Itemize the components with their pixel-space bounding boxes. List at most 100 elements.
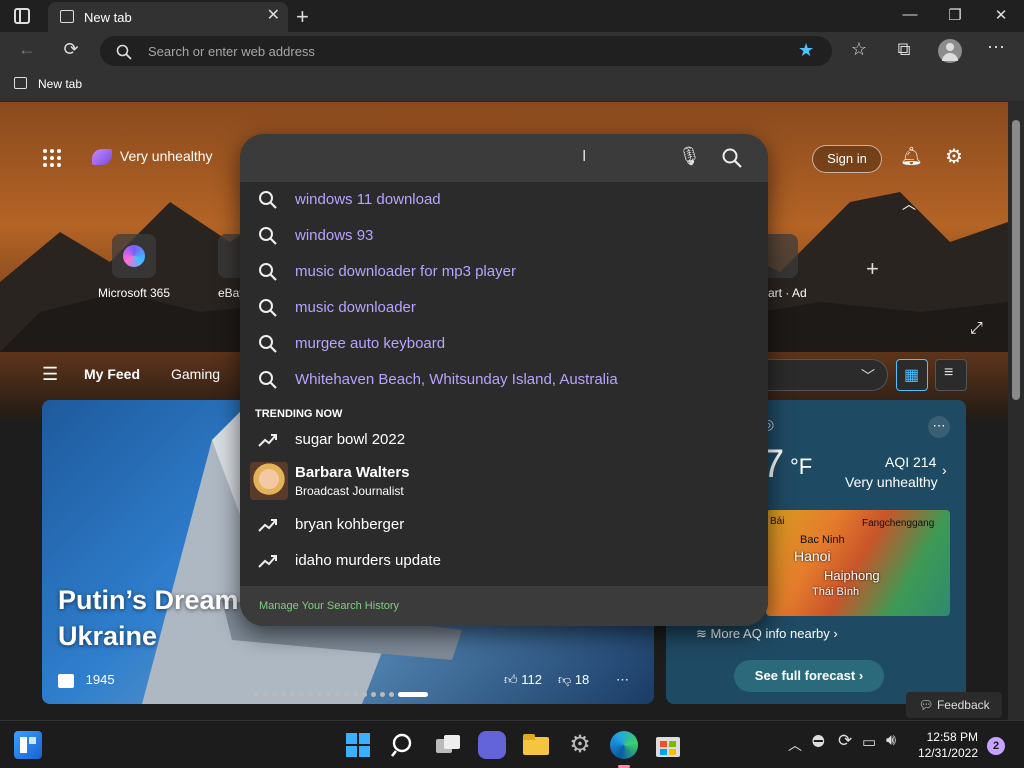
feed-menu-icon[interactable]: ☰ — [42, 364, 58, 385]
collections-icon[interactable]: ⧉ — [891, 39, 917, 60]
search-icon — [259, 191, 277, 209]
manage-search-history-link[interactable]: Manage Your Search History — [259, 600, 399, 612]
back-arrow-icon[interactable]: ← — [14, 39, 40, 60]
dislike-button[interactable]: 👎︎ 18 — [558, 672, 589, 688]
manage-search-history-bar: Manage Your Search History — [240, 586, 768, 626]
taskbar-search-icon[interactable] — [390, 731, 418, 759]
file-explorer-icon[interactable] — [522, 731, 550, 759]
search-suggestion[interactable]: windows 11 download — [240, 182, 768, 218]
favorites-icon[interactable]: ☆ — [846, 39, 872, 60]
weather-more-icon[interactable]: ⋯ — [928, 416, 950, 438]
chevron-right-icon[interactable]: › — [942, 462, 947, 478]
web-search-input[interactable]: I 🎙︎ — [240, 134, 768, 182]
trending-text: sugar bowl 2022 — [295, 431, 406, 448]
notifications-bell-icon[interactable]: 🔔︎ — [900, 146, 923, 167]
quick-link-ebay[interactable]: eBay — [194, 234, 242, 300]
trending-item[interactable]: Barbara Walters Broadcast Journalist — [240, 458, 768, 502]
settings-gear-icon[interactable]: ⚙ — [945, 144, 963, 169]
settings-app-icon[interactable]: ⚙ — [566, 731, 594, 759]
trending-item[interactable]: bryan kohberger — [240, 507, 768, 543]
tab-new-tab[interactable]: New tab ✕ — [48, 2, 288, 32]
carousel-dots[interactable] — [254, 692, 444, 698]
trending-up-icon — [258, 434, 277, 447]
feed-dropdown[interactable]: ﹀ — [760, 359, 888, 391]
tab-gaming[interactable]: Gaming — [171, 366, 220, 382]
more-aq-link[interactable]: ≋ More AQ info nearby › — [696, 626, 838, 642]
clock-date: 12/31/2022 — [917, 746, 978, 760]
search-suggestion[interactable]: windows 93 — [240, 218, 768, 254]
windows-start-icon[interactable] — [344, 731, 372, 759]
list-view-button[interactable]: ≡ — [935, 359, 967, 391]
newtab-page-icon — [60, 10, 74, 23]
more-options-icon[interactable]: ⋯ — [616, 672, 629, 688]
address-bar[interactable]: Search or enter web address ★ — [100, 36, 832, 66]
microsoft-365-icon — [112, 234, 156, 278]
expand-background-icon[interactable]: ⤢ — [970, 320, 983, 338]
quick-link-walmart-ad[interactable]: art · Ad — [762, 234, 812, 300]
favorites-bar-item-label: New tab — [38, 77, 83, 91]
system-clock[interactable]: 12:58 PM 12/31/2022 — [914, 729, 978, 761]
search-icon[interactable] — [722, 148, 742, 168]
weather-chip[interactable]: Very unhealthy — [92, 148, 213, 166]
search-icon — [259, 299, 277, 317]
weather-chip-label: Very unhealthy — [119, 148, 213, 164]
trending-item[interactable]: idaho murders update — [240, 543, 768, 579]
microsoft-store-icon[interactable] — [654, 731, 682, 759]
more-menu-icon[interactable]: ⋯ — [983, 37, 1009, 58]
new-tab-plus-icon[interactable]: + — [296, 4, 309, 30]
tab-actions-icon[interactable] — [14, 8, 30, 24]
list-icon: ≡ — [944, 364, 954, 381]
trending-person-subtitle: Broadcast Journalist — [295, 484, 404, 498]
air-wind-icon: ≋ — [696, 626, 707, 641]
add-quick-link-icon[interactable]: + — [866, 256, 879, 282]
favorite-star-icon[interactable]: ★ — [798, 40, 814, 61]
close-tab-icon[interactable]: ✕ — [267, 8, 280, 24]
app-launcher-icon[interactable] — [42, 148, 62, 168]
teams-chat-icon[interactable] — [478, 731, 506, 759]
close-window-icon[interactable]: ✕ — [989, 6, 1013, 24]
edge-browser-icon[interactable] — [610, 731, 638, 768]
suggestion-text: music downloader for mp3 player — [295, 263, 516, 280]
widgets-icon[interactable] — [14, 731, 42, 759]
volume-icon[interactable]: 🔊︎ — [886, 732, 896, 750]
favorites-bar-item-new-tab[interactable]: New tab — [14, 77, 82, 91]
search-suggestion[interactable]: murgee auto keyboard — [240, 326, 768, 362]
grid-view-button[interactable]: ▦ — [896, 359, 928, 391]
sign-in-button[interactable]: Sign in — [812, 145, 882, 173]
tab-my-feed[interactable]: My Feed — [84, 366, 140, 382]
search-suggestions-dropdown: I 🎙︎ windows 11 download windows 93 musi… — [240, 134, 768, 626]
source-logo-icon — [58, 673, 74, 688]
hero-source[interactable]: 1945 — [58, 672, 115, 688]
aqi-status[interactable]: Very unhealthy — [845, 474, 938, 490]
restore-icon[interactable]: ❐ — [943, 6, 967, 24]
trending-item[interactable]: sugar bowl 2022 — [240, 422, 768, 458]
like-button[interactable]: 👍︎ 112 — [504, 672, 542, 688]
microphone-icon[interactable]: 🎙︎ — [678, 146, 701, 167]
display-icon[interactable]: ▭ — [862, 733, 876, 751]
collapse-chevron-icon[interactable]: ︿ — [902, 194, 916, 214]
trending-up-icon — [258, 519, 277, 532]
search-suggestion[interactable]: music downloader — [240, 290, 768, 326]
more-aq-label: More AQ info nearby — [710, 626, 830, 641]
task-view-icon[interactable] — [434, 731, 462, 759]
notification-badge[interactable]: 2 — [987, 737, 1005, 755]
aqi-value[interactable]: AQI 214 — [885, 454, 936, 470]
search-suggestion[interactable]: music downloader for mp3 player — [240, 254, 768, 290]
refresh-icon[interactable]: ⟳ — [58, 39, 84, 60]
text-cursor-icon: I — [582, 148, 587, 165]
profile-avatar[interactable] — [938, 39, 962, 63]
thumbs-up-icon: 👍︎ — [504, 672, 518, 687]
map-label: Thái Bình — [812, 586, 860, 598]
quick-link-label: art · Ad — [768, 286, 807, 300]
minimize-icon[interactable]: — — [898, 6, 922, 23]
see-full-forecast-button[interactable]: See full forecast › — [734, 660, 884, 692]
suggestion-text: windows 11 download — [295, 191, 441, 208]
network-status-icon[interactable]: ⛔︎ — [812, 733, 825, 750]
page-scrollbar-thumb[interactable] — [1012, 120, 1020, 400]
sync-icon[interactable]: ⟳ — [838, 731, 852, 751]
show-hidden-icons-chevron[interactable]: ︿ — [788, 735, 802, 755]
search-suggestion[interactable]: Whitehaven Beach, Whitsunday Island, Aus… — [240, 362, 768, 398]
quick-link-microsoft-365[interactable]: Microsoft 365 — [94, 234, 174, 300]
feedback-button[interactable]: 💬︎ Feedback — [906, 692, 1002, 718]
trending-text: idaho murders update — [295, 552, 441, 569]
